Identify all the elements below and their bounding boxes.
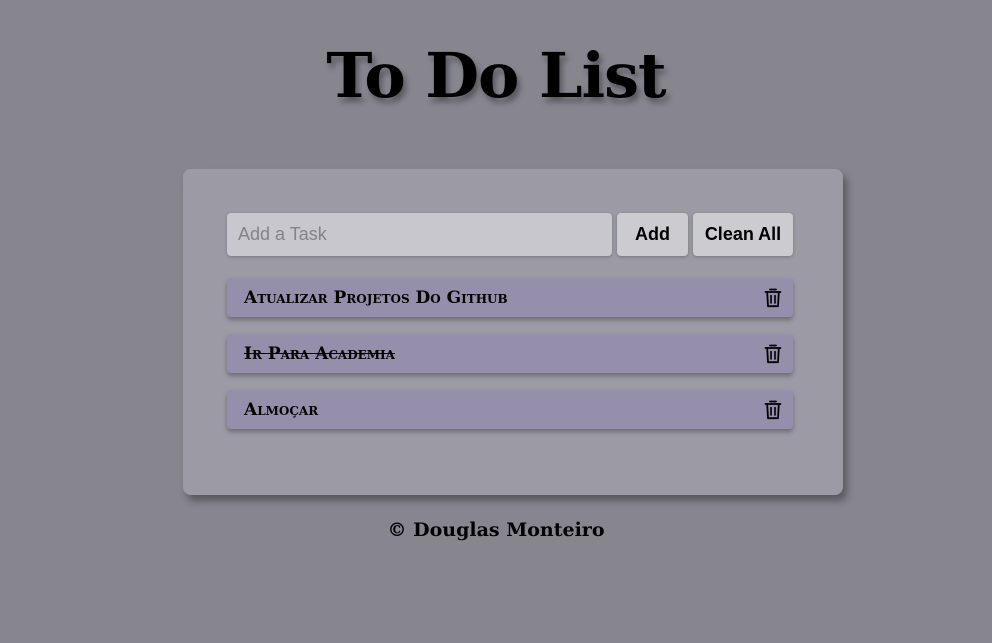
task-list: Atualizar Projetos Do Github Ir Para Aca… <box>227 278 793 446</box>
task-item: Ir Para Academia <box>227 334 793 373</box>
page-title: To Do List <box>326 39 666 112</box>
clean-all-button[interactable]: Clean All <box>693 213 793 256</box>
add-button[interactable]: Add <box>617 213 688 256</box>
trash-icon[interactable] <box>764 288 782 308</box>
task-form: Add Clean All <box>227 213 793 256</box>
task-input[interactable] <box>227 213 612 256</box>
task-text[interactable]: Almoçar <box>244 390 318 431</box>
task-item: Almoçar <box>227 390 793 429</box>
task-text[interactable]: Ir Para Academia <box>244 334 395 375</box>
trash-icon[interactable] <box>764 400 782 420</box>
todo-card: Add Clean All Atualizar Projetos Do Gith… <box>183 169 843 495</box>
task-text[interactable]: Atualizar Projetos Do Github <box>244 278 508 319</box>
task-item: Atualizar Projetos Do Github <box>227 278 793 317</box>
footer-credit: © Douglas Monteiro <box>387 519 605 541</box>
trash-icon[interactable] <box>764 344 782 364</box>
